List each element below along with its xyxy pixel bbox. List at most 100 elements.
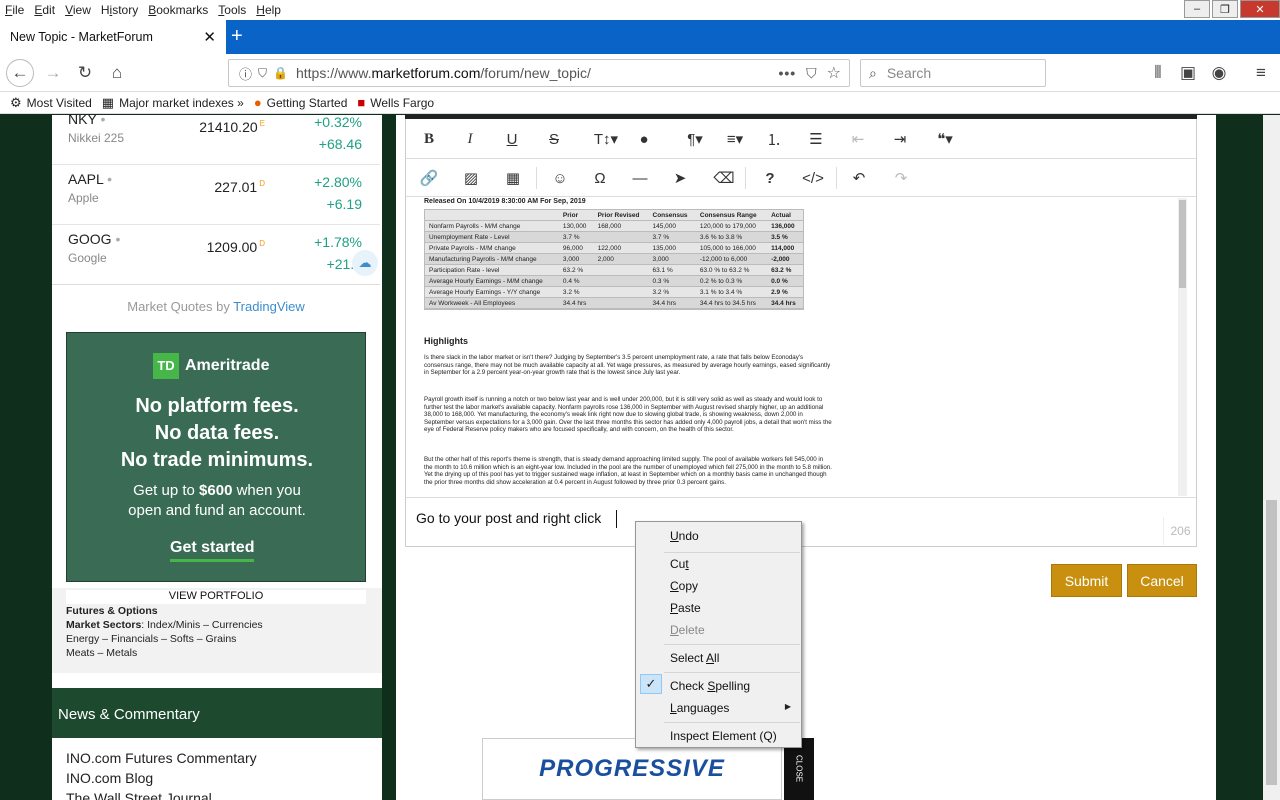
unordered-list-icon[interactable]: ☰ — [803, 126, 829, 152]
home-icon[interactable]: ⌂ — [105, 61, 129, 85]
new-tab-icon[interactable]: + — [231, 24, 243, 48]
minimize-icon[interactable]: – — [1184, 0, 1210, 18]
outdent-icon[interactable]: ⇤ — [845, 126, 871, 152]
ad-td-ameritrade[interactable]: TD Ameritrade No platform fees. No data f… — [66, 332, 366, 582]
lock-warning-icon[interactable]: 🔒 — [273, 66, 288, 80]
menu-tools[interactable]: Tools — [213, 0, 251, 20]
special-char-icon[interactable]: Ω — [587, 165, 613, 191]
menu-select-all[interactable]: Select All — [670, 651, 719, 665]
table-cell: 135,000 — [648, 242, 696, 254]
news-item[interactable]: INO.com Blog — [66, 768, 382, 788]
sectors-line-3[interactable]: Meats – Metals — [66, 646, 366, 660]
underline-icon[interactable]: U — [499, 126, 525, 152]
menu-cut[interactable]: Cut — [670, 557, 689, 571]
futures-links: Futures & Options Market Sectors: Index/… — [66, 604, 366, 660]
tab-active[interactable]: New Topic - MarketForum ✕ — [0, 20, 226, 54]
sectors-line-1[interactable]: : Index/Minis – Currencies — [141, 619, 262, 631]
select-cursor-icon[interactable]: ➤ — [667, 165, 693, 191]
view-portfolio-link[interactable]: VIEW PORTFOLIO — [66, 590, 366, 604]
submit-button[interactable]: Submit — [1051, 564, 1122, 597]
menu-delete[interactable]: Delete — [670, 623, 705, 637]
reload-icon[interactable]: ↻ — [73, 61, 97, 85]
table-cell: 120,000 to 179,000 — [695, 220, 768, 232]
quote-row-aapl[interactable]: AAPL • Apple 227.01 D +2.80% +6.19 — [52, 165, 380, 225]
quote-row-nky[interactable]: NKY • Nikkei 225 21410.20 E +0.32% +68.46 — [52, 105, 380, 165]
close-window-icon[interactable]: ✕ — [1240, 0, 1280, 18]
restore-icon[interactable]: ❐ — [1212, 0, 1238, 18]
back-icon[interactable]: ← — [6, 59, 34, 87]
search-box[interactable]: ⌕ Search — [860, 59, 1046, 87]
forward-icon[interactable]: → — [41, 61, 65, 85]
checkmark-icon: ✓ — [640, 674, 662, 694]
table-cell — [593, 264, 649, 276]
quote-icon[interactable]: ❝▾ — [929, 126, 961, 152]
undo-icon[interactable]: ↶ — [846, 165, 872, 191]
table-icon[interactable]: ▦ — [500, 165, 526, 191]
bold-icon[interactable]: B — [416, 126, 442, 152]
account-icon[interactable]: ◉ — [1207, 61, 1231, 85]
page-scrollbar-thumb[interactable] — [1266, 500, 1277, 785]
table-cell: 96,000 — [558, 242, 594, 254]
quote-row-goog[interactable]: GOOG • Google 1209.00 D +1.78% +21.1 — [52, 225, 380, 285]
menu-languages[interactable]: Languages — [670, 701, 729, 715]
pocket-icon[interactable]: ⛉ — [806, 65, 817, 82]
get-started-button[interactable]: Get started — [170, 539, 255, 562]
page-actions-icon[interactable]: ••• — [778, 65, 796, 81]
code-view-icon[interactable]: </> — [800, 165, 826, 191]
editor-content[interactable]: Released On 10/4/2019 8:30:00 AM For Sep… — [416, 198, 1188, 496]
toolbar-bottom-border — [406, 196, 1196, 197]
page-scrollbar[interactable] — [1263, 115, 1280, 800]
emoji-icon[interactable]: ☺ — [547, 165, 573, 191]
menu-copy[interactable]: Copy — [670, 579, 698, 593]
menu-view[interactable]: View — [60, 0, 96, 20]
color-drop-icon[interactable]: ● — [631, 126, 657, 152]
table-cell: Participation Rate - level — [425, 264, 559, 276]
futures-title[interactable]: Futures & Options — [66, 604, 366, 618]
menu-file[interactable]: File — [0, 0, 29, 20]
redo-icon[interactable]: ↷ — [888, 165, 914, 191]
align-icon[interactable]: ≡▾ — [719, 126, 751, 152]
news-item[interactable]: The Wall Street Journal — [66, 788, 382, 800]
indent-icon[interactable]: ⇥ — [887, 126, 913, 152]
image-icon[interactable]: ▨ — [458, 165, 484, 191]
quote-symbol: AAPL • — [68, 171, 113, 187]
ad-line-3: No trade minimums. — [120, 449, 314, 471]
menu-check-spelling[interactable]: Check Spelling — [670, 679, 750, 693]
table-cell: 34.4 hrs to 34.5 hrs — [695, 297, 768, 309]
horizontal-rule-icon[interactable]: — — [627, 165, 653, 191]
ordered-list-icon[interactable]: ⒈ — [761, 126, 787, 152]
menu-edit[interactable]: Edit — [29, 0, 60, 20]
sidebar-icon[interactable]: ▣ — [1176, 61, 1200, 85]
library-icon[interactable]: ⫴ — [1146, 61, 1170, 85]
cloud-icon[interactable]: ☁ — [352, 250, 378, 276]
menu-help[interactable]: Help — [251, 0, 286, 20]
url-bar[interactable]: ⓘ ⛉ 🔒 https://www. marketforum.com/forum/… — [228, 59, 850, 87]
info-icon[interactable]: ⓘ — [239, 64, 252, 83]
link-icon[interactable]: 🔗 — [416, 165, 442, 191]
shield-icon[interactable]: ⛉ — [258, 66, 267, 81]
text-caret — [616, 510, 617, 528]
menu-undo[interactable]: Undo — [670, 529, 699, 543]
italic-icon[interactable]: I — [457, 126, 483, 152]
strikethrough-icon[interactable]: S — [541, 126, 567, 152]
sectors-line-2[interactable]: Energy – Financials – Softs – Grains — [66, 632, 366, 646]
menu-paste[interactable]: Paste — [670, 601, 701, 615]
tradingview-link[interactable]: TradingView — [233, 299, 305, 314]
hamburger-menu-icon[interactable]: ≡ — [1249, 61, 1273, 85]
cancel-button[interactable]: Cancel — [1127, 564, 1197, 597]
menu-inspect-element[interactable]: Inspect Element (Q) — [670, 729, 777, 743]
menu-history[interactable]: History — [96, 0, 143, 20]
font-size-icon[interactable]: T↕▾ — [589, 126, 623, 152]
help-icon[interactable]: ? — [757, 165, 783, 191]
reply-text-input[interactable]: Go to your post and right click — [416, 510, 601, 526]
tab-title: New Topic - MarketForum — [10, 30, 153, 44]
editor-scrollbar-thumb[interactable] — [1179, 200, 1186, 288]
close-tab-icon[interactable]: ✕ — [203, 28, 216, 46]
eraser-icon[interactable]: ⌫ — [711, 165, 737, 191]
table-cell: 3.6 % to 3.8 % — [695, 231, 768, 243]
paragraph-icon[interactable]: ¶▾ — [679, 126, 711, 152]
bookmark-star-icon[interactable]: ☆ — [827, 63, 841, 83]
news-item[interactable]: INO.com Futures Commentary — [66, 748, 382, 768]
editor-scrollbar[interactable] — [1178, 198, 1187, 496]
menu-bookmarks[interactable]: Bookmarks — [143, 0, 213, 20]
